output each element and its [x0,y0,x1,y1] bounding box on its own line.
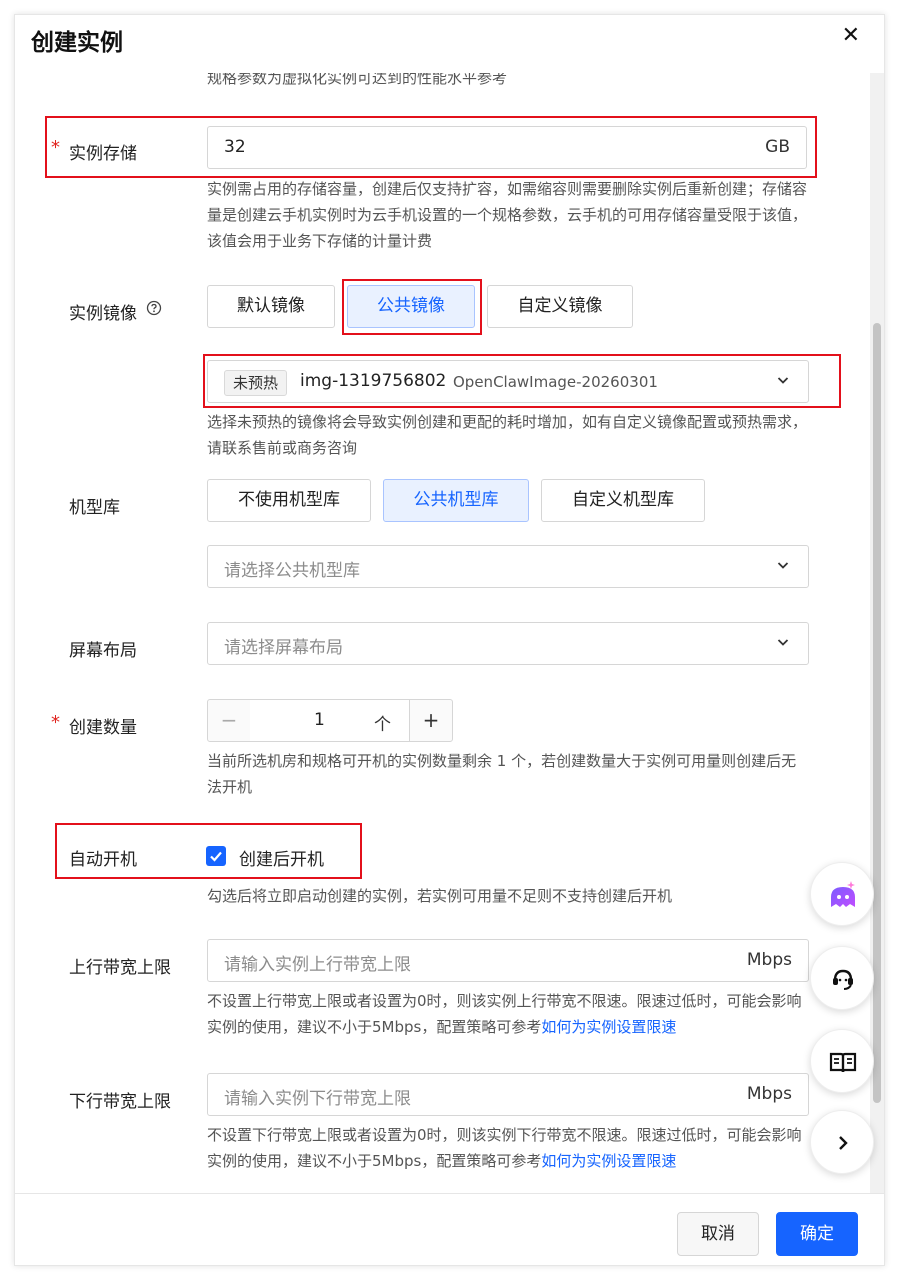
spec-note: 规格参数为虚拟化实例可达到的性能水平参考 [207,73,508,87]
image-name: OpenClawImage-20260301 [453,373,658,391]
help-circle-icon[interactable] [146,300,162,316]
uplink-label: 上行带宽上限 [69,958,171,978]
check-icon [210,851,222,862]
not-preheated-tag: 未预热 [224,370,288,396]
model-lib-select[interactable]: 请选择公共机型库 [207,545,809,588]
scrollbar-thumb[interactable] [873,323,881,1103]
count-stepper: − 1 个 + [207,699,453,742]
dialog-footer: 取消 确定 [15,1193,884,1265]
chevron-down-icon [777,562,789,569]
storage-value: 32 [224,137,246,157]
cancel-button[interactable]: 取消 [677,1212,759,1256]
downlink-unit: Mbps [746,1084,792,1104]
storage-unit: GB [765,137,790,157]
count-input[interactable]: 1 个 [250,699,410,742]
storage-help: 实例需占用的存储容量，创建后仅支持扩容，如需缩容则需要删除实例后重新创建；存储容… [207,180,808,250]
uplink-help: 不设置上行带宽上限或者设置为0时，则该实例上行带宽不限速。限速过低时，可能会影响… [207,988,807,1040]
customer-service-button[interactable] [810,946,874,1010]
screen-layout-select[interactable]: 请选择屏幕布局 [207,622,809,665]
image-id: img-1319756802 [300,371,447,391]
decrement-button[interactable]: − [207,699,251,742]
auto-start-label: 自动开机 [69,850,137,870]
storage-label: 实例存储 [69,144,137,164]
rate-limit-link[interactable]: 如何为实例设置限速 [541,1018,676,1036]
increment-button[interactable]: + [409,699,453,742]
count-help: 当前所选机房和规格可开机的实例数量剩余 1 个，若创建数量大于实例可用量则创建后… [207,752,797,796]
dialog-title: 创建实例 [31,30,123,56]
downlink-label: 下行带宽上限 [69,1092,171,1112]
downlink-input[interactable]: 请输入实例下行带宽上限 Mbps [207,1073,809,1116]
uplink-help-text: 不设置上行带宽上限或者设置为0时，则该实例上行带宽不限速。限速过低时，可能会影响… [207,992,802,1036]
expand-button[interactable] [810,1110,874,1174]
ai-assistant-button[interactable] [810,862,874,926]
image-option-public[interactable]: 公共镜像 [347,285,475,328]
screen-layout-label: 屏幕布局 [69,641,137,661]
auto-start-help: 勾选后将立即启动创建的实例，若实例可用量不足则不支持创建后开机 [207,887,673,905]
downlink-help: 不设置下行带宽上限或者设置为0时，则该实例下行带宽不限速。限速过低时，可能会影响… [207,1122,807,1174]
count-value: 1 [314,710,325,730]
model-lib-option-none[interactable]: 不使用机型库 [207,479,371,522]
downlink-placeholder: 请输入实例下行带宽上限 [224,1089,411,1109]
dialog-header: 创建实例 ✕ [15,15,884,73]
required-mark: * [51,137,60,158]
image-option-custom[interactable]: 自定义镜像 [487,285,633,328]
docs-book-icon [829,1052,857,1073]
model-lib-option-public[interactable]: 公共机型库 [383,479,529,522]
confirm-button[interactable]: 确定 [776,1212,858,1256]
ai-assistant-icon [831,881,855,907]
model-lib-placeholder: 请选择公共机型库 [224,561,360,581]
scrollbar[interactable] [870,73,884,1193]
model-lib-option-custom[interactable]: 自定义机型库 [541,479,705,522]
screen-layout-placeholder: 请选择屏幕布局 [224,638,343,658]
image-help: 选择未预热的镜像将会导致实例创建和更配的耗时增加，如有自定义镜像配置或预热需求，… [207,413,808,457]
image-option-default[interactable]: 默认镜像 [207,285,335,328]
count-unit: 个 [374,715,391,735]
model-lib-label: 机型库 [69,498,120,518]
uplink-input[interactable]: 请输入实例上行带宽上限 Mbps [207,939,809,982]
chevron-down-icon [777,377,789,384]
customer-service-icon [833,969,853,990]
storage-input[interactable]: 32 GB [207,126,807,169]
count-label: 创建数量 [69,718,137,738]
image-select[interactable]: 未预热 img-1319756802 OpenClawImage-2026030… [207,360,809,403]
rate-limit-link[interactable]: 如何为实例设置限速 [541,1152,676,1170]
docs-button[interactable] [810,1029,874,1093]
uplink-placeholder: 请输入实例上行带宽上限 [224,955,411,975]
uplink-unit: Mbps [746,950,792,970]
image-label: 实例镜像 [69,304,137,324]
create-instance-dialog: 创建实例 ✕ 规格参数为虚拟化实例可达到的性能水平参考 * 实例存储 32 GB… [14,14,885,1266]
downlink-help-text: 不设置下行带宽上限或者设置为0时，则该实例下行带宽不限速。限速过低时，可能会影响… [207,1126,802,1170]
chevron-right-icon [839,1136,848,1150]
auto-start-checkbox[interactable] [206,846,226,866]
auto-start-checkbox-label[interactable]: 创建后开机 [239,845,324,870]
required-mark: * [51,712,60,733]
chevron-down-icon [777,639,789,646]
dialog-body[interactable]: 规格参数为虚拟化实例可达到的性能水平参考 * 实例存储 32 GB 实例需占用的… [15,73,884,1193]
close-icon[interactable]: ✕ [842,23,860,48]
